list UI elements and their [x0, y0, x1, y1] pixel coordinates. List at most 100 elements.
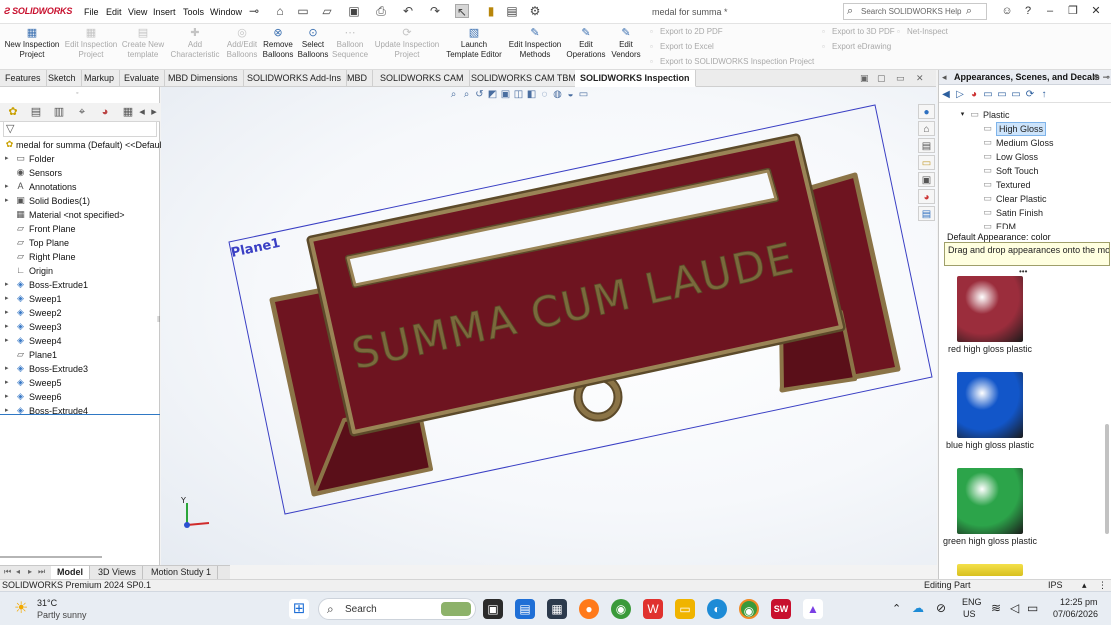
tree-item[interactable]: ▸ A Annotations [0, 180, 160, 194]
help-search-input[interactable]: ⌕ Search SOLIDWORKS Help ⌕ [843, 3, 987, 20]
appearance-swatch[interactable] [957, 468, 1023, 534]
display-manager-tab-icon[interactable]: ◕ [97, 105, 113, 120]
taskbar-search[interactable]: ⌕ Search [318, 598, 476, 620]
pin-icon[interactable]: ⊸ [247, 4, 261, 18]
menu-window[interactable]: Window [210, 7, 242, 17]
update-inspection-project-button[interactable]: ⟳ Update Inspection Project [372, 24, 442, 70]
file-properties-icon[interactable]: ▤ [505, 4, 519, 18]
save-icon[interactable]: ▣ [347, 4, 361, 18]
tree-item[interactable]: ▱ Top Plane [0, 236, 160, 250]
clock-date[interactable]: 07/06/2026 [1053, 609, 1098, 619]
tile-view-icon[interactable]: ▣ [860, 73, 869, 84]
panel-collapse-icon[interactable]: ◦ [76, 90, 78, 97]
tab-motion-study[interactable]: Motion Study 1 [145, 566, 219, 580]
appearance-swatch[interactable] [957, 372, 1023, 438]
weather-text[interactable]: Partly sunny [37, 610, 87, 620]
task-pane-scrollbar[interactable] [1105, 104, 1110, 574]
appearance-folder-item[interactable]: ▭ Satin Finish [939, 206, 1107, 220]
model-viewport[interactable]: Plane1 SUMMA CUM LAUDE Y [161, 87, 937, 565]
new-document-icon[interactable]: ▭ [296, 4, 310, 18]
add-folder-icon[interactable]: ▭ [981, 86, 995, 103]
new-inspection-project-button[interactable]: ▦ New Inspection Project [2, 24, 62, 70]
feature-manager-tab-icon[interactable]: ✿ [5, 105, 21, 120]
tree-item[interactable]: ▸ ▭ Folder [0, 152, 160, 166]
wifi-icon[interactable]: ≋ [991, 601, 1001, 615]
expand-arrow-icon[interactable]: ▸ [5, 404, 9, 418]
battery-icon[interactable]: ▭ [1027, 601, 1038, 615]
appearance-folder-item[interactable]: ▭ Soft Touch [939, 164, 1107, 178]
task-view-icon[interactable]: ▣ [483, 599, 503, 619]
create-new-template-button[interactable]: ▤ Create New template [120, 24, 166, 70]
feature-filter[interactable]: ▽ [3, 121, 157, 137]
tree-item[interactable]: ▱ Plane1 [0, 348, 160, 362]
solidworks-logo[interactable]: Ƨ SOLIDWORKS [4, 6, 72, 16]
export-3d-pdf-button[interactable]: ▫ Export to 3D PDF [822, 27, 895, 36]
help-icon[interactable]: ? [1018, 3, 1038, 19]
region-indicator[interactable]: US [963, 609, 976, 619]
property-manager-tab-icon[interactable]: ▤ [28, 105, 44, 120]
tree-item[interactable]: ▸ ▣ Solid Bodies(1) [0, 194, 160, 208]
edit-vendors-button[interactable]: ✎ Edit Vendors [608, 24, 644, 70]
menu-view[interactable]: View [128, 7, 147, 17]
select-balloons-button[interactable]: ⊙ Select Balloons [296, 24, 330, 70]
user-icon[interactable]: ☺ [997, 3, 1017, 19]
tray-overflow-icon[interactable]: ⌃ [892, 602, 901, 615]
appearance-folder-item[interactable]: ▭ Medium Gloss [939, 136, 1107, 150]
close-view-icon[interactable]: ✕ [916, 73, 924, 84]
forward-icon[interactable]: ▷ [953, 86, 967, 103]
appearance-folder-item[interactable]: ▭ Clear Plastic [939, 192, 1107, 206]
appearance-folder-item[interactable]: ▭ High Gloss [939, 122, 1107, 136]
open-icon[interactable]: ▱ [320, 4, 334, 18]
export-excel-button[interactable]: ▫ Export to Excel [650, 42, 714, 51]
expand-arrow-icon[interactable]: ▸ [5, 390, 9, 404]
folder-up-icon[interactable]: ▭ [1009, 86, 1023, 103]
edge-icon[interactable]: ◐ [707, 599, 727, 619]
graphics-area[interactable]: ⌕ ⌕ ↺ ◩ ▣ ◫ ◧ ◌ ◍ ◒ ▭ Plane1 SUMMA CUM LAUDE [161, 87, 937, 565]
search-dropdown-icon[interactable]: ⌕ [966, 5, 972, 18]
design-library-icon[interactable]: ▤ [918, 138, 935, 153]
pin-pane-icon[interactable]: ⊸ [1102, 70, 1110, 84]
tab-features[interactable]: Features [0, 70, 47, 87]
export-edrawing-button[interactable]: ▫ Export eDrawing [822, 42, 891, 51]
collapse-arrow-icon[interactable]: ▾ [957, 109, 968, 120]
firefox-icon[interactable]: ● [579, 599, 599, 619]
view-palette-icon[interactable]: ▣ [918, 172, 935, 187]
menu-edit[interactable]: Edit [106, 7, 122, 17]
expand-arrow-icon[interactable]: ▸ [5, 194, 9, 208]
pane-options-icon[interactable]: ⊕ [1092, 70, 1100, 84]
prev-tab-icon[interactable]: ◂ [16, 567, 20, 576]
weather-icon[interactable]: ☀ [14, 598, 28, 618]
launch-template-editor-button[interactable]: ▧ Launch Template Editor [444, 24, 504, 70]
file-explorer-taskbar-icon[interactable]: ▭ [675, 599, 695, 619]
expand-arrow-icon[interactable]: ▸ [5, 152, 9, 166]
appearance-folder-plastic[interactable]: ▾ ▭ Plastic [939, 108, 1107, 122]
tree-item[interactable]: ▸ ◈ Sweep2 [0, 306, 160, 320]
tab-solidworks-cam[interactable]: SOLIDWORKS CAM [375, 70, 470, 87]
tree-item[interactable]: ∟ Origin [0, 264, 160, 278]
tab-solidworks-addins[interactable]: SOLIDWORKS Add-Ins [242, 70, 348, 87]
tree-item[interactable]: ▦ Material <not specified> [0, 208, 160, 222]
next-tab-icon[interactable]: ▸ [28, 567, 32, 576]
dimxpert-tab-icon[interactable]: ⌖ [74, 105, 90, 120]
units-expand-icon[interactable]: ▴ [1082, 580, 1087, 591]
last-tab-icon[interactable]: ⏭ [38, 567, 45, 577]
export-inspection-project-button[interactable]: ▫ Export to SOLIDWORKS Inspection Project [650, 57, 814, 66]
undo-icon[interactable]: ↶ [401, 4, 415, 18]
tree-horizontal-scrollbar[interactable] [0, 556, 102, 558]
first-tab-icon[interactable]: ⏮ [4, 567, 11, 577]
units-selector[interactable]: IPS [1048, 580, 1063, 591]
edit-inspection-project-button[interactable]: ▦ Edit Inspection Project [62, 24, 120, 70]
expand-arrow-icon[interactable]: ▸ [5, 292, 9, 306]
network-off-icon[interactable]: ⊘ [936, 601, 946, 615]
restore-view-icon[interactable]: ▢ [877, 73, 886, 84]
minimize-icon[interactable]: – [1040, 3, 1060, 19]
expand-arrow-icon[interactable]: ▸ [5, 306, 9, 320]
clock-time[interactable]: 12:25 pm [1060, 597, 1098, 607]
menu-file[interactable]: File [84, 7, 99, 17]
custom-properties-icon[interactable]: ▤ [918, 206, 935, 221]
expand-arrow-icon[interactable]: ▸ [5, 278, 9, 292]
tab-evaluate[interactable]: Evaluate [119, 70, 166, 87]
export-2d-pdf-button[interactable]: ▫ Export to 2D PDF [650, 27, 723, 36]
solidworks-taskbar-icon[interactable]: SW [771, 599, 791, 619]
add-edit-balloons-button[interactable]: ◎ Add/Edit Balloons [222, 24, 262, 70]
